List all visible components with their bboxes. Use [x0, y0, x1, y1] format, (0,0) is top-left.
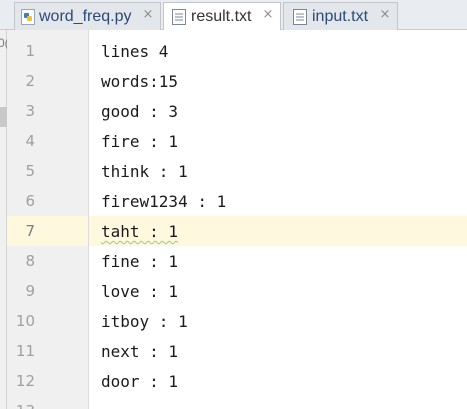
line-text: love : 1: [101, 282, 179, 301]
line-number: 10: [15, 312, 35, 330]
line-text: firew1234 : 1: [101, 192, 227, 211]
editor-line[interactable]: 12 door : 1: [7, 366, 467, 396]
line-number: 8: [25, 252, 35, 270]
editor-line[interactable]: 5 think : 1: [7, 156, 467, 186]
editor-line[interactable]: 11 next : 1: [7, 336, 467, 366]
editor-line[interactable]: 3 good : 3: [7, 96, 467, 126]
editor-line[interactable]: 8 fine : 1: [7, 246, 467, 276]
line-number: 11: [15, 342, 35, 360]
text-editor[interactable]: 1 lines 4 2 words:15 3 good : 3 4 fire :…: [7, 30, 467, 409]
ide-window: word_freq.py × result.txt × input.txt × …: [0, 0, 467, 409]
python-file-icon: [21, 9, 35, 25]
tab-word-freq-py[interactable]: word_freq.py ×: [14, 2, 161, 30]
panel-selection-marker: [0, 107, 7, 127]
line-number: 1: [25, 42, 35, 60]
editor-tab-bar: word_freq.py × result.txt × input.txt ×: [0, 0, 467, 31]
editor-line[interactable]: 13: [7, 396, 467, 409]
line-text: door : 1: [101, 372, 179, 391]
editor-line[interactable]: 10 itboy : 1: [7, 306, 467, 336]
editor-line-current[interactable]: 7 taht : 1: [7, 216, 467, 246]
line-text: itboy : 1: [101, 312, 188, 331]
line-number: 2: [25, 72, 35, 90]
close-icon[interactable]: ×: [377, 7, 393, 23]
tab-label: result.txt: [191, 8, 252, 25]
line-number: 5: [25, 162, 35, 180]
line-number: 7: [25, 222, 35, 240]
line-number: 13: [7, 402, 35, 409]
tab-input-txt[interactable]: input.txt ×: [283, 2, 398, 30]
editor-line[interactable]: 1 lines 4: [7, 36, 467, 66]
tab-label: input.txt: [312, 8, 369, 25]
text-file-icon: [293, 9, 307, 25]
line-number: 9: [25, 282, 35, 300]
line-number: 6: [25, 192, 35, 210]
line-text: fine : 1: [101, 252, 179, 271]
line-number: 4: [25, 132, 35, 150]
line-text: next : 1: [101, 342, 179, 361]
line-number: 3: [25, 102, 35, 120]
line-text: words:15: [101, 72, 179, 91]
editor-line[interactable]: 6 firew1234 : 1: [7, 186, 467, 216]
tab-label: word_freq.py: [39, 8, 132, 25]
line-text: think : 1: [101, 162, 188, 181]
editor-line[interactable]: 9 love : 1: [7, 276, 467, 306]
close-icon[interactable]: ×: [140, 7, 156, 23]
line-text: fire : 1: [101, 132, 179, 151]
editor-line[interactable]: 2 words:15: [7, 66, 467, 96]
line-number: 12: [15, 372, 35, 390]
line-text: taht : 1: [101, 222, 179, 241]
editor-line[interactable]: 4 fire : 1: [7, 126, 467, 156]
line-text: lines 4: [101, 42, 169, 61]
text-file-icon: [172, 9, 186, 25]
tab-result-txt[interactable]: result.txt ×: [163, 2, 281, 31]
line-text: good : 3: [101, 102, 179, 121]
close-icon[interactable]: ×: [260, 7, 276, 23]
project-panel-edge[interactable]: 0(: [0, 30, 9, 409]
